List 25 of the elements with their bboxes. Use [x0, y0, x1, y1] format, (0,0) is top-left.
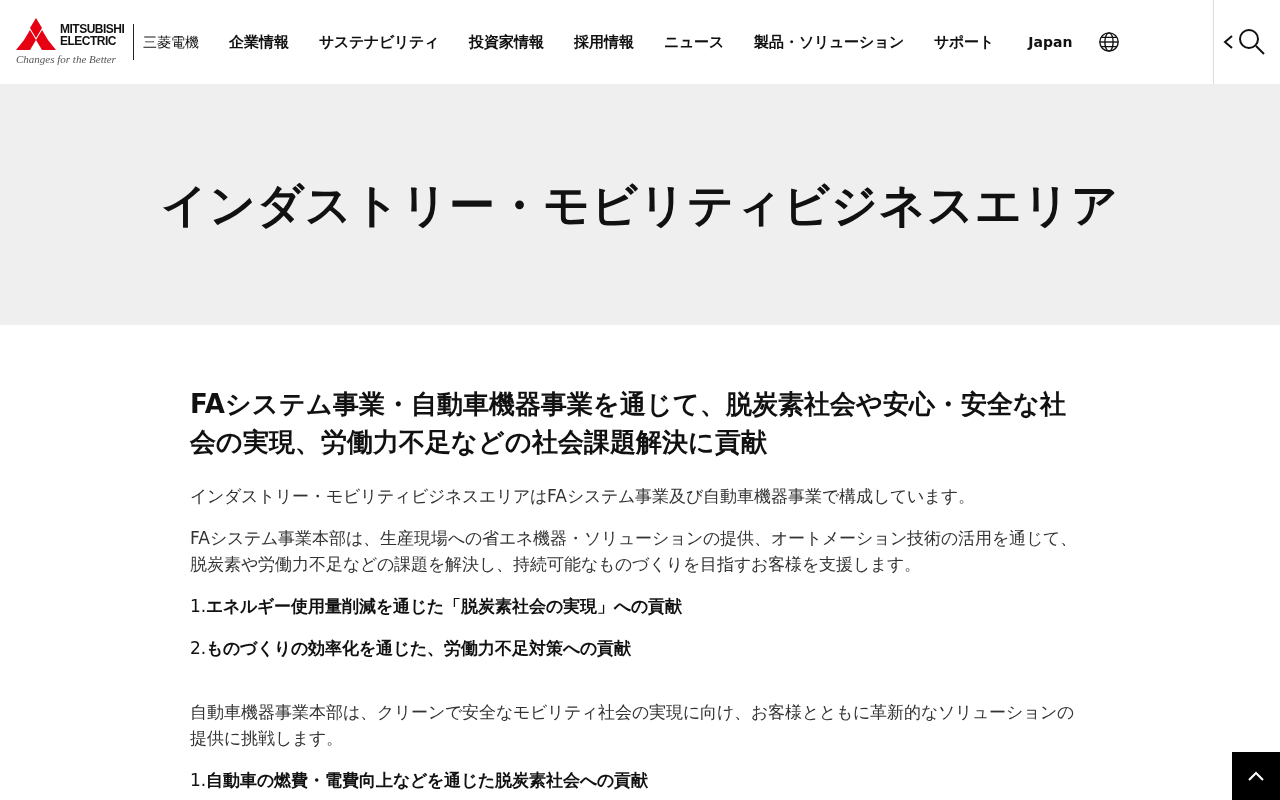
- nav-link[interactable]: 採用情報: [574, 30, 635, 54]
- company-name: 三菱電機: [143, 32, 200, 52]
- tagline: Changes for the Better: [16, 52, 117, 66]
- region-link[interactable]: Japan: [1028, 31, 1073, 53]
- body-text: FAシステム事業本部は、生産現場への省エネ機器・ソリューションの提供、オートメーション技術の活用を通じて、脱炭素や労働力不足などの課題を解決し、持続可能なものづくりを目指すお客様を支援します。: [190, 527, 1078, 576]
- brand-name: ELECTRIC: [60, 35, 117, 47]
- page-title: インダストリー・モビリティビジネスエリア: [161, 176, 1119, 234]
- nav-link[interactable]: サポート: [934, 30, 995, 54]
- section-heading: FAシステム事業・自動車機器事業を通じて、脱炭素社会や安心・安全な社会の実現、労働力不足などの社会課題解決に貢献: [190, 388, 1067, 459]
- body-text: インダストリー・モビリティビジネスエリアはFAシステム事業及び自動車機器事業で構成しています。: [190, 485, 976, 508]
- numbered-point: 1.エネルギー使用量削減を通じた「脱炭素社会の実現」への貢献: [190, 595, 684, 618]
- numbered-point: 1.自動車の燃費・電費向上などを通じた脱炭素社会への貢献: [190, 769, 650, 792]
- nav-link[interactable]: 企業情報: [229, 30, 290, 54]
- numbered-point: 2.ものづくりの効率化を通じた、労働力不足対策への貢献: [190, 637, 633, 660]
- nav-link[interactable]: ニュース: [664, 30, 725, 54]
- chevron-up-icon: [1247, 770, 1265, 782]
- chevron-left-icon[interactable]: [1222, 32, 1234, 52]
- brand-name: MITSUBISHI: [60, 23, 125, 35]
- body-text: 自動車機器事業本部は、クリーンで安全なモビリティ社会の実現に向け、お客様とともに革新的なソリューションの提供に挑戦します。: [190, 701, 1075, 750]
- nav-link[interactable]: 投資家情報: [469, 30, 545, 54]
- logo-icon: [16, 18, 56, 52]
- nav-link[interactable]: サステナビリティ: [319, 30, 440, 54]
- search-icon[interactable]: [1238, 28, 1266, 56]
- globe-icon[interactable]: [1098, 31, 1121, 53]
- nav-link[interactable]: 製品・ソリューション: [754, 30, 905, 54]
